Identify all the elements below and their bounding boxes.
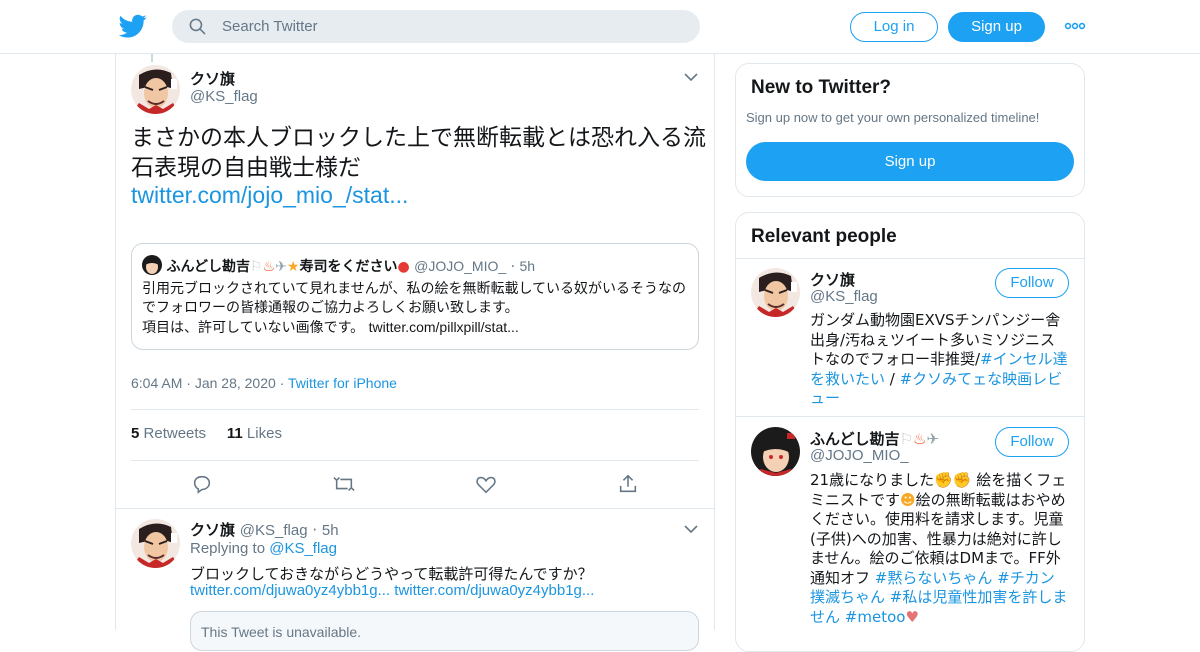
search-input[interactable] xyxy=(222,10,682,43)
chevron-down-icon[interactable] xyxy=(684,72,698,82)
quoted-author-name: ふんどし勘吉 xyxy=(166,259,251,275)
tweet-metadata: 6:04 AM · Jan 28, 2020 · Twitter for iPh… xyxy=(131,375,397,391)
reply-author-handle[interactable]: @KS_flag xyxy=(240,522,308,539)
person-handle[interactable]: @JOJO_MIO_ xyxy=(810,447,909,464)
hashtag-link[interactable]: #黙らないちゃん xyxy=(875,569,993,587)
tweet-author-handle[interactable]: @KS_flag xyxy=(190,88,258,105)
quoted-text-line: 項目は、許可していない画像です。 xyxy=(142,320,365,336)
twitter-bird-icon[interactable] xyxy=(119,12,147,40)
quoted-text-line: 引用元ブロックされていて見れませんが、私の絵を無断転載している奴がいるそうなので… xyxy=(142,281,687,316)
search-bar[interactable] xyxy=(172,10,700,43)
like-heart-icon[interactable] xyxy=(475,473,497,495)
relevant-people-card: Relevant people クソ旗 @KS_flag Follow ガンダム… xyxy=(735,212,1085,652)
login-button[interactable]: Log in xyxy=(850,12,938,42)
quoted-avatar xyxy=(142,255,162,275)
sushi-icon: ● xyxy=(397,259,410,275)
divider xyxy=(131,460,699,461)
top-navigation-bar: Log in Sign up xyxy=(0,0,1200,54)
replying-to-handle[interactable]: @KS_flag xyxy=(269,540,337,557)
thread-connector xyxy=(151,54,153,62)
person-icon: ☻ xyxy=(900,490,916,509)
new-to-twitter-title: New to Twitter? xyxy=(751,77,892,98)
search-icon xyxy=(189,18,206,35)
tweet-link[interactable]: twitter.com/jojo_mio_/stat... xyxy=(131,182,408,209)
sidebar-signup-button[interactable]: Sign up xyxy=(746,142,1074,181)
person-name[interactable]: クソ旗 xyxy=(810,269,855,290)
avatar[interactable] xyxy=(131,65,180,114)
avatar-illustration xyxy=(131,519,180,568)
quoted-tweet-text: 引用元ブロックされていて見れませんが、私の絵を無断転載している奴がいるそうなので… xyxy=(142,280,690,338)
fire-icon: ♨ xyxy=(913,430,927,448)
replying-to-label: Replying to xyxy=(190,540,266,557)
person-bio: 21歳になりました✊✊ 絵を描くフェミニストです☻絵の無断転載はおやめください。… xyxy=(810,471,1068,627)
chevron-down-icon[interactable] xyxy=(684,524,698,534)
reply-link[interactable]: twitter.com/djuwa0yz4ybb1g... xyxy=(190,582,390,599)
quoted-author-name-suffix: 寿司をください xyxy=(299,259,398,275)
more-options-icon[interactable] xyxy=(1064,16,1086,36)
flag-icon: ⚐ xyxy=(250,259,263,275)
avatar-illustration xyxy=(131,65,180,114)
reply-links: twitter.com/djuwa0yz4ybb1g... twitter.co… xyxy=(190,582,594,599)
reply-text: ブロックしておきながらどうやって転載許可得たんですか？ xyxy=(190,565,593,583)
reply-link[interactable]: twitter.com/djuwa0yz4ybb1g... xyxy=(394,582,594,599)
unavailable-tweet-notice: This Tweet is unavailable. xyxy=(190,611,699,651)
tweet-author-name[interactable]: クソ旗 xyxy=(190,68,235,89)
relevant-people-title: Relevant people xyxy=(751,226,897,247)
share-icon[interactable] xyxy=(617,473,639,495)
person-bio: ガンダム動物園EXVSチンパンジー舎出身/汚ねぇツイート多いミソジニストなのでフ… xyxy=(810,311,1068,409)
tweet-source-link[interactable]: Twitter for iPhone xyxy=(288,375,397,391)
likes-stat[interactable]: 11 Likes xyxy=(227,425,282,442)
person-name-row: ふんどし勘吉⚐♨✈ xyxy=(810,428,939,449)
fire-icon: ♨ xyxy=(262,259,276,275)
quoted-time: 5h xyxy=(519,258,536,274)
quoted-tweet[interactable]: ふんどし勘吉⚐♨✈★寿司をください● @JOJO_MIO_ · 5h 引用元ブロ… xyxy=(131,243,699,350)
follow-button[interactable]: Follow xyxy=(995,268,1069,298)
follow-button[interactable]: Follow xyxy=(995,427,1069,457)
quoted-link[interactable]: twitter.com/pillxpill/stat... xyxy=(369,319,519,335)
tweet-stats: 5 Retweets 11 Likes xyxy=(131,425,282,442)
new-to-twitter-card: New to Twitter? Sign up now to get your … xyxy=(735,63,1085,197)
retweet-icon[interactable] xyxy=(333,473,355,495)
ribbon-icon: ♥ xyxy=(905,607,919,626)
avatar[interactable] xyxy=(751,427,800,476)
star-icon: ★ xyxy=(286,259,300,275)
avatar-illustration xyxy=(751,427,800,476)
tweet-date: Jan 28, 2020 xyxy=(194,375,276,391)
signup-button[interactable]: Sign up xyxy=(948,12,1045,42)
reply-time[interactable]: 5h xyxy=(322,522,339,539)
person-handle[interactable]: @KS_flag xyxy=(810,288,878,305)
divider xyxy=(736,258,1084,259)
reply-header: クソ旗 @KS_flag · 5h xyxy=(190,521,339,539)
bio-text: 21歳になりました xyxy=(810,471,935,489)
reply-icon[interactable] xyxy=(191,473,213,495)
new-to-twitter-subtitle: Sign up now to get your own personalized… xyxy=(746,110,1040,125)
bio-separator: / xyxy=(885,369,900,388)
avatar[interactable] xyxy=(131,519,180,568)
hashtag-link[interactable]: #metoo xyxy=(845,608,906,626)
flag-icon: ⚐ xyxy=(899,430,914,448)
fist-bump-icon: ✊✊ xyxy=(934,471,972,489)
replying-to: Replying to @KS_flag xyxy=(190,540,337,557)
reply-author-name[interactable]: クソ旗 xyxy=(190,521,235,539)
divider xyxy=(131,409,699,410)
tweet-time: 6:04 AM xyxy=(131,375,183,391)
divider xyxy=(736,416,1084,417)
quoted-tweet-header: ふんどし勘吉⚐♨✈★寿司をください● @JOJO_MIO_ · 5h xyxy=(142,255,535,276)
retweets-stat[interactable]: 5 Retweets xyxy=(131,425,206,442)
airplane-icon: ✈ xyxy=(926,430,940,448)
avatar[interactable] xyxy=(751,268,800,317)
quoted-author-handle: @JOJO_MIO_ xyxy=(414,258,507,274)
avatar-illustration xyxy=(751,268,800,317)
person-name[interactable]: ふんどし勘吉 xyxy=(810,430,900,448)
airplane-icon: ✈ xyxy=(275,259,287,275)
divider xyxy=(116,508,714,509)
tweet-text: まさかの本人ブロックした上で無断転載とは恐れ入る流石表現の自由戦士様だ xyxy=(131,125,706,181)
